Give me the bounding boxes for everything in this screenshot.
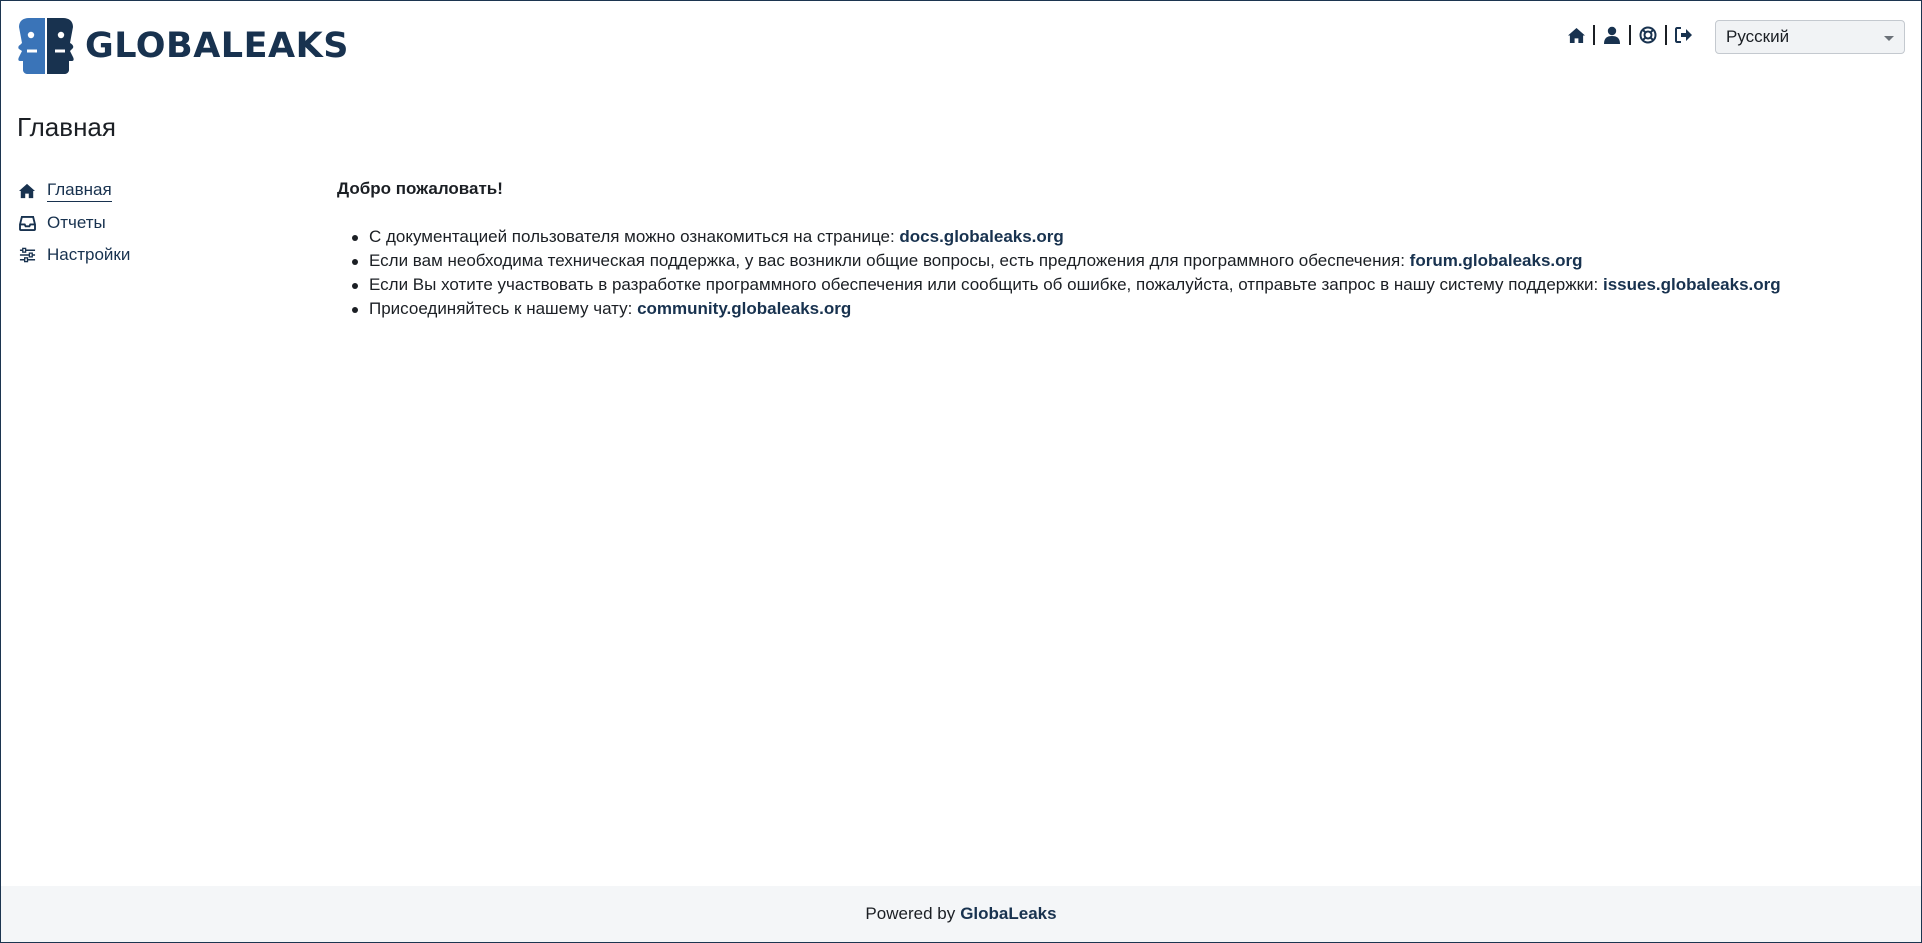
- divider: [1593, 25, 1595, 45]
- list-item-text: Присоединяйтесь к нашему чату:: [369, 299, 638, 318]
- sidebar-item-label: Главная: [47, 180, 112, 202]
- logo[interactable]: GLOBALEAKS: [17, 17, 349, 75]
- user-icon[interactable]: [1602, 25, 1622, 45]
- app-frame: GLOBALEAKS Русский Главная Главная Отчет…: [0, 0, 1922, 943]
- community-link[interactable]: community.globaleaks.org: [637, 299, 851, 318]
- list-item-text: С документацией пользователя можно ознак…: [369, 227, 900, 246]
- list-item-text: Если вам необходима техническая поддержк…: [369, 251, 1410, 270]
- list-item: С документацией пользователя можно ознак…: [352, 225, 1881, 249]
- sidebar-item-label: Настройки: [47, 245, 131, 264]
- logout-icon[interactable]: [1674, 25, 1694, 45]
- sidebar-item-reports[interactable]: Отчеты: [17, 207, 297, 239]
- sidebar-item-settings[interactable]: Настройки: [17, 239, 297, 271]
- docs-link[interactable]: docs.globaleaks.org: [899, 227, 1063, 246]
- top-navigation: [1566, 25, 1694, 45]
- footer-text: Powered by: [865, 904, 956, 923]
- sidebar-item-home[interactable]: Главная: [17, 175, 297, 207]
- help-lifebuoy-icon[interactable]: [1638, 25, 1658, 45]
- divider: [1665, 25, 1667, 45]
- header: GLOBALEAKS Русский: [1, 1, 1921, 91]
- divider: [1629, 25, 1631, 45]
- footer: Powered by GlobaLeaks: [1, 886, 1921, 942]
- list-item: Присоединяйтесь к нашему чату: community…: [352, 297, 1881, 321]
- sidebar: Главная Отчеты Настройки: [17, 175, 297, 271]
- globaleaks-link[interactable]: GlobaLeaks: [960, 904, 1056, 924]
- page-title: Главная: [17, 112, 116, 142]
- inbox-icon: [17, 214, 37, 232]
- list-item: Если вам необходима техническая поддержк…: [352, 249, 1881, 273]
- forum-link[interactable]: forum.globaleaks.org: [1410, 251, 1583, 270]
- main-content: Добро пожаловать! С документацией пользо…: [337, 179, 1881, 321]
- globaleaks-logo-icon: [18, 18, 74, 74]
- sliders-icon: [17, 246, 37, 264]
- list-item: Если Вы хотите участвовать в разработке …: [352, 273, 1881, 297]
- language-select[interactable]: Русский: [1715, 20, 1905, 54]
- language-select-value: Русский: [1726, 27, 1790, 46]
- welcome-heading: Добро пожаловать!: [337, 179, 503, 198]
- issues-link[interactable]: issues.globaleaks.org: [1603, 275, 1781, 294]
- home-icon[interactable]: [1566, 25, 1586, 45]
- info-list: С документацией пользователя можно ознак…: [352, 225, 1881, 321]
- logo-text: GLOBALEAKS: [85, 26, 349, 66]
- list-item-text: Если Вы хотите участвовать в разработке …: [369, 275, 1603, 294]
- home-icon: [17, 182, 37, 200]
- chevron-down-icon: [1884, 36, 1894, 41]
- sidebar-item-label: Отчеты: [47, 213, 106, 232]
